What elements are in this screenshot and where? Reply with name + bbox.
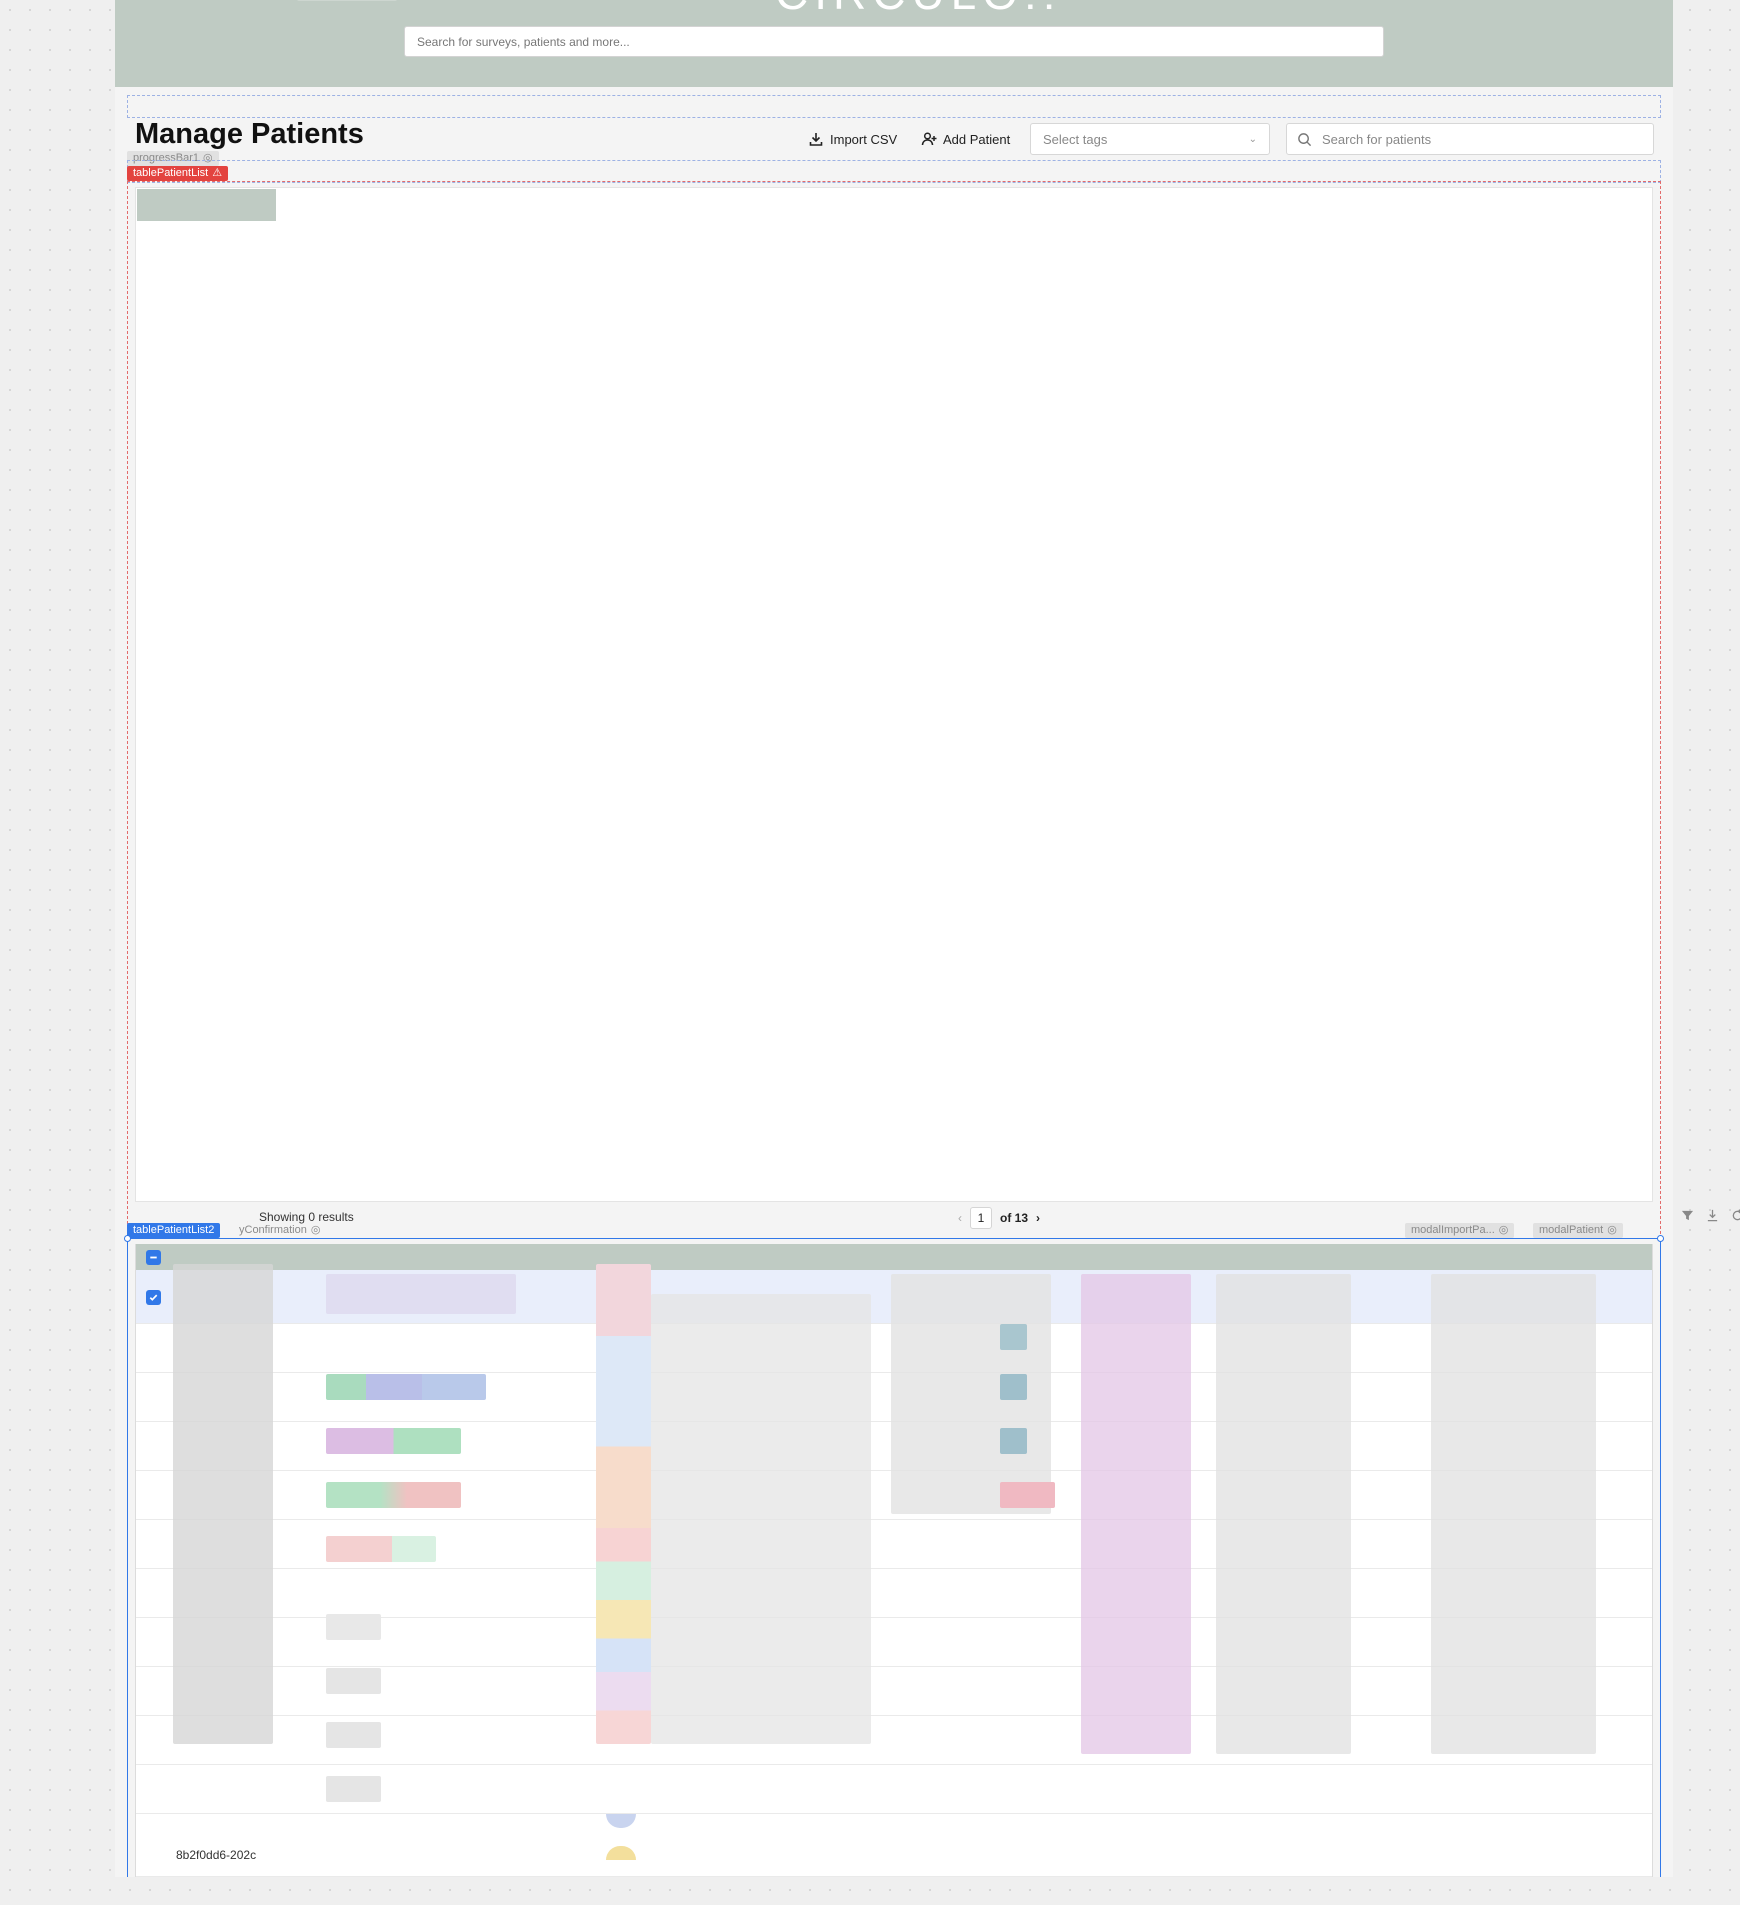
confirmation-modal-label[interactable]: yConfirmation ◎	[233, 1223, 326, 1238]
patient-search-input[interactable]	[1320, 130, 1620, 148]
blurred-tag-group	[326, 1482, 461, 1508]
blurred-tag-column	[1081, 1274, 1191, 1754]
import-csv-button[interactable]: Import CSV	[808, 126, 897, 152]
import-csv-label: Import CSV	[830, 131, 898, 147]
blurred-cell	[326, 1614, 381, 1640]
table-row[interactable]	[136, 1814, 1652, 1877]
table-toolbar	[1681, 1209, 1740, 1222]
global-search-input[interactable]	[404, 26, 1384, 57]
chevron-down-icon: ⌄	[1248, 133, 1257, 145]
blurred-tag-group	[326, 1374, 486, 1400]
progress-bar-outline	[127, 160, 1661, 183]
results-count: Showing 0 results	[259, 1210, 354, 1224]
download-icon[interactable]	[1706, 1209, 1719, 1222]
blurred-cell	[1000, 1374, 1027, 1400]
blurred-text-column	[891, 1274, 1051, 1514]
table-patient-list-2[interactable]: 8b2f0dd6-202c	[135, 1244, 1653, 1877]
app-header: CIRCULO!!	[115, 0, 1673, 87]
table-patient-list[interactable]	[135, 187, 1653, 1202]
warning-icon: ⚠	[212, 167, 223, 179]
table-header	[136, 1244, 1652, 1270]
empty-container-outline	[127, 95, 1661, 118]
select-all-checkbox[interactable]	[146, 1250, 161, 1265]
hidden-eye-icon: ◎	[310, 1224, 321, 1236]
table-row[interactable]	[136, 1569, 1652, 1618]
refresh-icon[interactable]	[1731, 1209, 1740, 1222]
add-patient-button[interactable]: Add Patient	[921, 126, 1010, 152]
blurred-tag-group	[326, 1536, 436, 1562]
import-modal-label[interactable]: modalImportPa... ◎	[1405, 1223, 1515, 1238]
minus-icon	[150, 1256, 157, 1259]
blurred-status-column	[596, 1264, 651, 1744]
blurred-text-column	[1216, 1274, 1351, 1754]
row-checkbox[interactable]	[146, 1290, 161, 1305]
blurred-id-column	[173, 1264, 273, 1744]
patient-modal-label[interactable]: modalPatient ◎	[1533, 1223, 1623, 1238]
blurred-cell	[326, 1722, 381, 1748]
pagination: ‹ 1 of 13 ›	[958, 1207, 1040, 1229]
patient-search-field[interactable]	[1286, 123, 1654, 155]
chevron-left-icon[interactable]: ‹	[958, 1211, 962, 1225]
resize-handle-top-left[interactable]	[124, 1235, 131, 1242]
blurred-cell	[326, 1668, 381, 1694]
hidden-eye-icon: ◎	[1607, 1224, 1617, 1236]
search-icon	[1298, 132, 1312, 146]
download-icon	[809, 133, 823, 146]
brand-logo: CIRCULO!!	[775, 0, 1056, 20]
app-window: CIRCULO!! Manage Patients Import CSV Add…	[115, 0, 1740, 1877]
page-number-input[interactable]: 1	[970, 1207, 992, 1229]
blurred-cell	[1000, 1324, 1027, 1350]
chevron-right-icon[interactable]: ›	[1036, 1211, 1040, 1225]
resize-handle-top-right[interactable]	[1657, 1235, 1664, 1242]
blurred-tag-group	[326, 1428, 461, 1454]
loading-skeleton	[137, 189, 276, 221]
add-patient-label: Add Patient	[943, 131, 1011, 147]
user-plus-icon	[921, 132, 937, 146]
check-icon	[149, 1294, 158, 1301]
blurred-text-column	[651, 1294, 871, 1744]
hidden-eye-icon: ◎	[1498, 1224, 1509, 1236]
total-pages: of 13	[1000, 1211, 1029, 1225]
blurred-cell	[326, 1776, 381, 1802]
blurred-text-column	[1431, 1274, 1596, 1754]
blurred-cell	[1000, 1428, 1027, 1454]
filter-icon[interactable]	[1681, 1209, 1694, 1222]
header-tab-strip	[297, 0, 397, 1]
table-main-component-label[interactable]: tablePatientList ⚠	[127, 166, 229, 181]
page-title: Manage Patients	[135, 118, 364, 150]
tags-select[interactable]: Select tags ⌄	[1030, 123, 1270, 155]
partial-row-id: 8b2f0dd6-202c	[176, 1848, 257, 1862]
blurred-cell	[326, 1274, 516, 1314]
blurred-cell	[1000, 1482, 1055, 1508]
tags-select-placeholder: Select tags	[1043, 131, 1108, 147]
table-secondary-component-label[interactable]: tablePatientList2	[127, 1223, 221, 1238]
